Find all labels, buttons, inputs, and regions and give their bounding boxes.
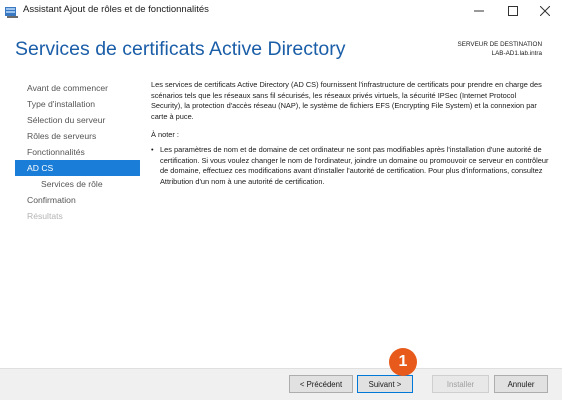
nav-item-fonctionnalites[interactable]: Fonctionnalités	[15, 144, 140, 160]
install-button: Installer	[432, 375, 489, 393]
nav-item-services-de-role[interactable]: Services de rôle	[15, 176, 140, 192]
destination-server-label: SERVEUR DE DESTINATION	[457, 41, 542, 48]
note-text: Les paramètres de nom et de domaine de c…	[160, 144, 549, 186]
intro-paragraph: Les services de certificats Active Direc…	[151, 80, 542, 121]
nav-item-type-installation[interactable]: Type d'installation	[15, 96, 140, 112]
minimize-icon[interactable]	[462, 0, 496, 22]
next-button[interactable]: Suivant >	[357, 375, 413, 393]
title-bar: Assistant Ajout de rôles et de fonctionn…	[0, 0, 562, 22]
previous-button[interactable]: < Précédent	[289, 375, 353, 393]
maximize-icon[interactable]	[496, 0, 530, 22]
nav-item-resultats: Résultats	[27, 211, 63, 221]
server-manager-icon	[5, 5, 18, 18]
page-title: Services de certificats Active Directory	[15, 38, 346, 60]
nav-item-confirmation[interactable]: Confirmation	[15, 192, 140, 208]
wizard-nav: Avant de commencer Type d'installation S…	[15, 80, 140, 224]
nav-item-selection-serveur[interactable]: Sélection du serveur	[15, 112, 140, 128]
bullet-icon: •	[151, 144, 154, 154]
main-content: Les services de certificats Active Direc…	[151, 80, 549, 187]
destination-server-value: LAB-AD1.lab.intra	[491, 50, 542, 57]
cancel-button[interactable]: Annuler	[494, 375, 548, 393]
window-title: Assistant Ajout de rôles et de fonctionn…	[23, 4, 209, 15]
close-icon[interactable]	[528, 0, 562, 22]
note-bullet-item: • Les paramètres de nom et de domaine de…	[151, 145, 549, 187]
nav-item-avant-de-commencer[interactable]: Avant de commencer	[15, 80, 140, 96]
nav-item-ad-cs[interactable]: AD CS	[15, 160, 140, 176]
step-marker-badge: 1	[389, 348, 417, 376]
note-label: À noter :	[151, 130, 179, 140]
nav-item-roles-serveurs[interactable]: Rôles de serveurs	[15, 128, 140, 144]
